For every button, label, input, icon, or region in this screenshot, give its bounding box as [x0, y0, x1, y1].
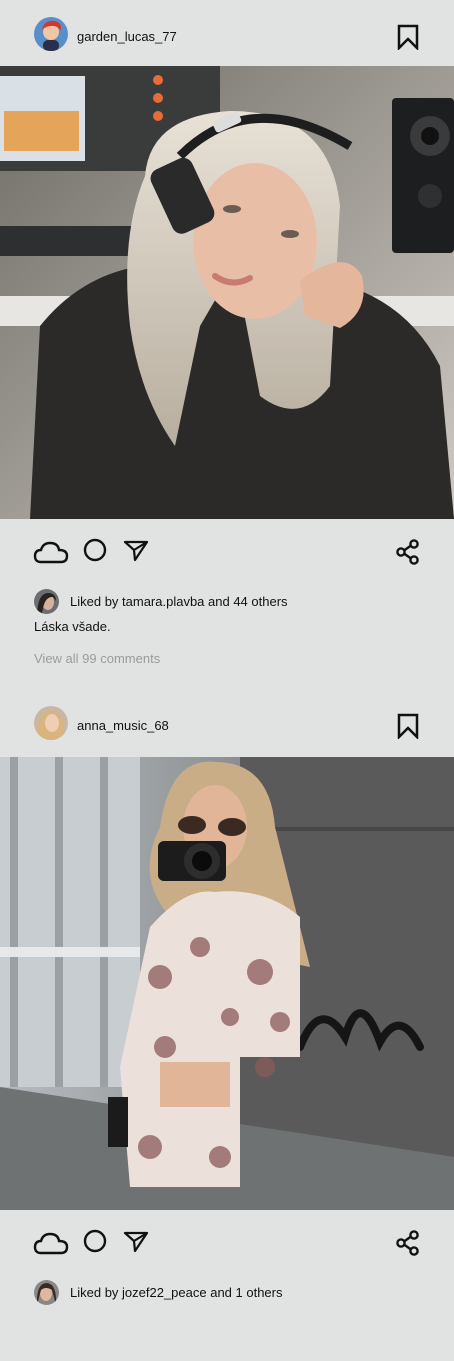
likes-row: Liked by tamara.plavba and 44 others	[0, 585, 454, 617]
post-photo[interactable]	[0, 66, 454, 519]
post-header: anna_music_68	[0, 696, 454, 757]
liked-by-text[interactable]: Liked by tamara.plavba and 44 others	[70, 594, 288, 609]
post-header: garden_lucas_77	[0, 0, 454, 66]
avatar[interactable]	[34, 706, 68, 740]
circle-icon[interactable]	[83, 538, 107, 562]
bookmark-icon[interactable]	[397, 24, 419, 50]
likes-row: Liked by jozef22_peace and 1 others	[0, 1276, 454, 1308]
post-2: anna_music_68 Liked by jozef22_peace and…	[0, 696, 454, 1308]
liked-by-avatar[interactable]	[34, 1280, 59, 1305]
bookmark-icon[interactable]	[397, 713, 419, 739]
post-actions	[0, 519, 454, 585]
liked-by-avatar[interactable]	[34, 589, 59, 614]
cloud-icon[interactable]	[33, 539, 69, 565]
avatar[interactable]	[34, 17, 68, 51]
circle-icon[interactable]	[83, 1229, 107, 1253]
share-icon[interactable]	[396, 539, 420, 565]
share-icon[interactable]	[396, 1230, 420, 1256]
liked-by-text[interactable]: Liked by jozef22_peace and 1 others	[70, 1285, 283, 1300]
username[interactable]: garden_lucas_77	[77, 29, 177, 44]
post-actions	[0, 1210, 454, 1276]
view-comments-link[interactable]: View all 99 comments	[34, 651, 160, 666]
post-photo[interactable]	[0, 757, 454, 1210]
send-icon[interactable]	[123, 540, 149, 562]
username[interactable]: anna_music_68	[77, 718, 169, 733]
cloud-icon[interactable]	[33, 1230, 69, 1256]
post-caption: Láska všade.	[34, 619, 111, 634]
post-1: garden_lucas_77 Liked by tamara.plavba a…	[0, 0, 454, 677]
send-icon[interactable]	[123, 1231, 149, 1253]
